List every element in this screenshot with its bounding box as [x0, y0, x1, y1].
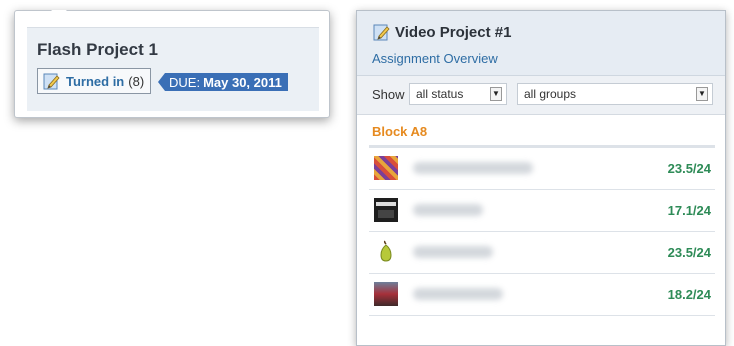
group-header: Block A8	[372, 124, 428, 139]
student-row[interactable]: 18.2/24	[369, 274, 715, 316]
student-name-redacted	[413, 162, 533, 174]
turned-in-button[interactable]: Turned in (8)	[37, 68, 152, 94]
student-score: 23.5/24	[667, 245, 711, 260]
card-caret	[51, 10, 67, 17]
flash-project-title: Flash Project 1	[37, 40, 158, 59]
due-date-badge: DUE: May 30, 2011	[158, 73, 288, 91]
groups-filter-select[interactable]: all groups ▼	[517, 83, 713, 105]
assignment-title: Video Project #1	[395, 24, 512, 41]
student-name-redacted	[413, 246, 493, 258]
turned-in-count: (8)	[128, 73, 145, 89]
student-name-redacted	[413, 288, 503, 300]
student-row[interactable]: 23.5/24	[369, 148, 715, 190]
student-score: 17.1/24	[667, 203, 711, 218]
student-row[interactable]: 23.5/24	[369, 232, 715, 274]
groups-filter-value: all groups	[524, 87, 577, 101]
turned-in-label: Turned in	[66, 73, 125, 89]
due-prefix: DUE:	[169, 74, 201, 90]
pear-icon	[380, 240, 392, 262]
assignment-overview-link[interactable]: Assignment Overview	[372, 51, 498, 66]
student-row[interactable]: 17.1/24	[369, 190, 715, 232]
status-filter-select[interactable]: all status ▼	[409, 83, 507, 105]
dark-avatar	[374, 198, 398, 222]
photo-avatar	[374, 282, 398, 306]
colorful-avatar	[374, 156, 398, 180]
student-score: 23.5/24	[667, 161, 711, 176]
flash-project-card: Flash Project 1 Turned in (8) DUE: May 3…	[14, 10, 330, 118]
flash-project-panel: Flash Project 1 Turned in (8) DUE: May 3…	[27, 27, 319, 111]
student-name-redacted	[413, 204, 483, 216]
chevron-down-icon: ▼	[696, 87, 708, 101]
edit-document-icon	[43, 73, 60, 90]
student-score: 18.2/24	[667, 287, 711, 302]
chevron-down-icon: ▼	[490, 87, 502, 101]
pear-avatar	[374, 240, 398, 264]
edit-document-icon	[373, 24, 390, 41]
filter-bar: Show all status ▼ all groups ▼	[357, 76, 725, 115]
panel-header: Video Project #1 Assignment Overview	[357, 11, 725, 76]
show-label: Show	[372, 87, 405, 102]
dark-avatar-graphic	[374, 198, 398, 222]
assignment-overview-panel: Video Project #1 Assignment Overview Sho…	[356, 10, 726, 346]
due-date: May 30, 2011	[203, 74, 282, 90]
status-filter-value: all status	[416, 87, 464, 101]
